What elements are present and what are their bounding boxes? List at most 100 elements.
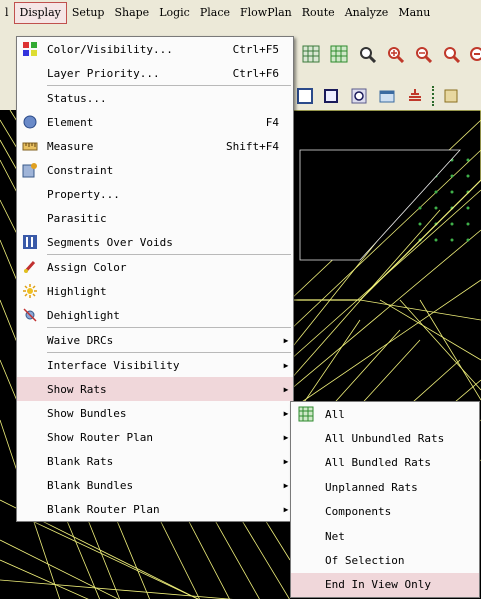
- menu-gutter: [291, 475, 321, 499]
- menu-flowplan[interactable]: FlowPlan: [235, 3, 297, 23]
- via-dot: [450, 190, 454, 194]
- menu-item-label: Parasitic: [47, 211, 107, 225]
- menu-display[interactable]: Display: [13, 2, 67, 24]
- menu-item-label: Color/Visibility...: [47, 42, 173, 56]
- via-dot: [466, 158, 470, 162]
- menu-gutter: [17, 328, 43, 352]
- menu-gutter: [17, 61, 43, 85]
- menu-route[interactable]: Route: [297, 3, 340, 23]
- menu-item-shortcut: F4: [265, 115, 279, 129]
- via-dot: [418, 222, 422, 226]
- display-menu-item-waive-drcs[interactable]: Waive DRCs ▶: [17, 328, 293, 352]
- display-menu-item-assign-color[interactable]: Assign Color: [17, 255, 293, 279]
- zoom-fit-icon[interactable]: [356, 43, 378, 65]
- square-icon[interactable]: [320, 85, 342, 107]
- menu-item-label: Assign Color: [47, 260, 127, 274]
- menu-item-shortcut: Ctrl+F5: [232, 42, 279, 56]
- tool-icon[interactable]: [440, 85, 462, 107]
- display-menu-item-element[interactable]: Element F4: [17, 110, 293, 134]
- display-menu-item-status[interactable]: Status...: [17, 86, 293, 110]
- display-menu-item-color-visibility[interactable]: Color/Visibility... Ctrl+F5: [17, 37, 293, 61]
- element-icon: [17, 110, 43, 134]
- dehighlight-icon: [17, 303, 43, 327]
- display-menu-item-layer-priority[interactable]: Layer Priority... Ctrl+F6: [17, 61, 293, 85]
- menu-item-label: Blank Rats: [47, 454, 114, 468]
- window-icon[interactable]: [376, 85, 398, 107]
- menu-gutter: [291, 427, 321, 451]
- show-rats-item-all-bundled-rats[interactable]: All Bundled Rats: [291, 451, 479, 475]
- rect-select-icon[interactable]: [294, 85, 316, 107]
- show-rats-item-all[interactable]: All: [291, 402, 479, 426]
- menu-logic[interactable]: Logic: [154, 3, 195, 23]
- show-rats-item-end-in-view-only[interactable]: End In View Only: [291, 572, 479, 598]
- menu-bar: l Display Setup Shape Logic Place FlowPl…: [0, 0, 481, 26]
- menu-item-label: End In View Only: [325, 578, 431, 592]
- menu-l[interactable]: l: [0, 3, 14, 23]
- show-rats-item-unplanned-rats[interactable]: Unplanned Rats: [291, 475, 479, 499]
- measure-icon: [17, 134, 43, 158]
- menu-setup[interactable]: Setup: [67, 3, 110, 23]
- show-rats-item-net[interactable]: Net: [291, 524, 479, 548]
- menu-shape[interactable]: Shape: [109, 3, 154, 23]
- display-menu-item-blank-bundles[interactable]: Blank Bundles ▶: [17, 473, 293, 497]
- menu-place[interactable]: Place: [195, 3, 235, 23]
- show-rats-item-all-unbundled-rats[interactable]: All Unbundled Rats: [291, 426, 479, 450]
- zoom-in-icon[interactable]: [384, 43, 406, 65]
- via-dot: [466, 206, 470, 210]
- display-menu-item-property[interactable]: Property...: [17, 182, 293, 206]
- zoom-prev-icon[interactable]: [466, 43, 481, 65]
- menu-gutter: [17, 425, 43, 449]
- display-menu-item-blank-rats[interactable]: Blank Rats ▶: [17, 449, 293, 473]
- display-menu-item-highlight[interactable]: Highlight: [17, 279, 293, 303]
- menu-item-label: Waive DRCs: [47, 333, 114, 347]
- show-rats-item-components[interactable]: Components: [291, 500, 479, 524]
- menu-item-label: All Unbundled Rats: [325, 432, 445, 446]
- display-menu-item-segments-over-voids[interactable]: Segments Over Voids: [17, 230, 293, 254]
- menu-item-label: Show Router Plan: [47, 430, 153, 444]
- menu-manu[interactable]: Manu: [393, 3, 435, 23]
- display-menu-item-show-bundles[interactable]: Show Bundles ▶: [17, 401, 293, 425]
- menu-gutter: [17, 497, 43, 521]
- display-menu-item-interface-visibility[interactable]: Interface Visibility ▶: [17, 353, 293, 377]
- menu-item-label: Constraint: [47, 163, 114, 177]
- menu-item-label: Unplanned Rats: [325, 480, 418, 494]
- show-rats-item-of-selection[interactable]: Of Selection: [291, 548, 479, 572]
- submenu-arrow-icon: ▶: [283, 335, 289, 345]
- show-rats-submenu: All All Unbundled Rats All Bundled Rats Unp…: [290, 401, 480, 599]
- display-menu-item-measure[interactable]: Measure Shift+F4: [17, 134, 293, 158]
- display-menu-item-constraint[interactable]: Constraint: [17, 158, 293, 182]
- stack-icon[interactable]: [404, 85, 426, 107]
- circle-select-icon[interactable]: [348, 85, 370, 107]
- display-menu-item-parasitic[interactable]: Parasitic: [17, 206, 293, 230]
- segments-over-voids-icon: [17, 230, 43, 254]
- menu-item-label: Layer Priority...: [47, 66, 160, 80]
- menu-gutter: [17, 206, 43, 230]
- grid-icon[interactable]: [300, 43, 322, 65]
- menu-gutter: [17, 473, 43, 497]
- menu-gutter: [17, 449, 43, 473]
- menu-item-label: Segments Over Voids: [47, 235, 173, 249]
- menu-gutter: [291, 549, 321, 573]
- highlight-icon: [17, 279, 43, 303]
- menu-item-label: Interface Visibility: [47, 358, 180, 372]
- menu-item-label: Show Rats: [47, 382, 107, 396]
- menu-gutter: [17, 353, 43, 377]
- display-menu-item-show-rats[interactable]: Show Rats ▶: [17, 377, 293, 401]
- menu-gutter: [17, 377, 43, 401]
- menu-item-label: Dehighlight: [47, 308, 120, 322]
- display-menu-item-blank-router-plan[interactable]: Blank Router Plan ▶: [17, 497, 293, 521]
- zoom-icon[interactable]: [440, 43, 462, 65]
- menu-item-label: All Bundled Rats: [325, 456, 431, 470]
- display-menu-item-dehighlight[interactable]: Dehighlight: [17, 303, 293, 327]
- via-dot: [466, 174, 470, 178]
- menu-item-label: Blank Bundles: [47, 478, 134, 492]
- assign-color-icon: [17, 255, 43, 279]
- via-dot: [434, 238, 438, 242]
- menu-gutter: [17, 86, 43, 110]
- display-menu-item-show-router-plan[interactable]: Show Router Plan ▶: [17, 425, 293, 449]
- display-menu: Color/Visibility... Ctrl+F5 Layer Priority…: [16, 36, 294, 522]
- zoom-out-icon[interactable]: [412, 43, 434, 65]
- menu-gutter: [291, 573, 321, 597]
- menu-analyze[interactable]: Analyze: [340, 3, 394, 23]
- grid-green-icon[interactable]: [328, 43, 350, 65]
